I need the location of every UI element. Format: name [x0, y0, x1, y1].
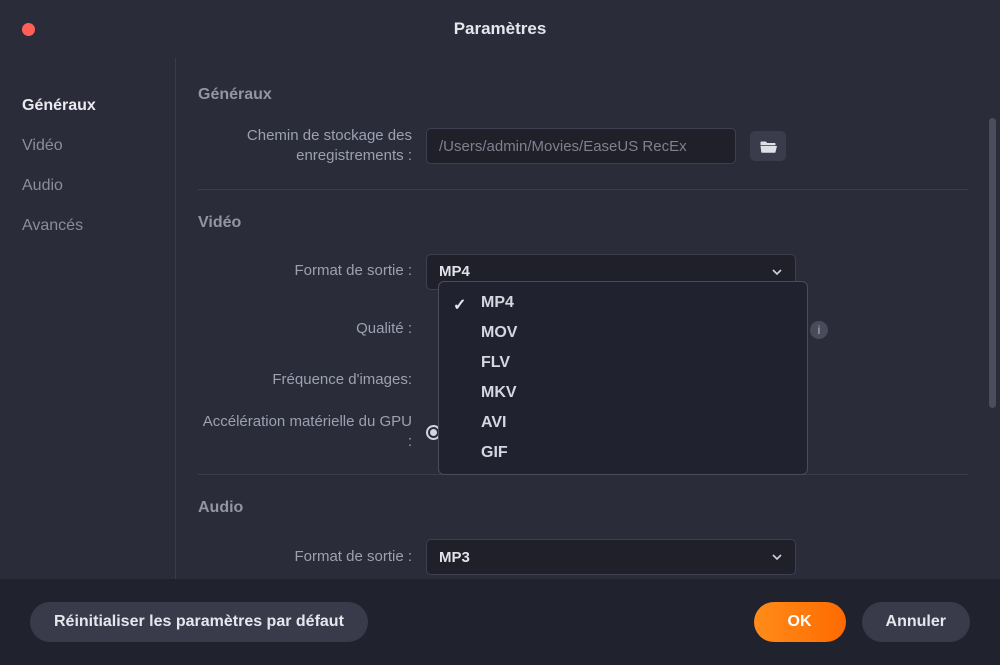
cancel-button[interactable]: Annuler [862, 602, 970, 642]
gpu-label: Accélération matérielle du GPU : [198, 412, 426, 453]
check-icon: ✓ [453, 295, 466, 315]
sidebar-item-general[interactable]: Généraux [0, 86, 175, 126]
chevron-down-icon [771, 266, 783, 278]
chevron-down-icon [771, 551, 783, 563]
dropdown-option-flv[interactable]: FLV [439, 348, 807, 378]
section-audio-title: Audio [198, 499, 968, 517]
divider [198, 189, 968, 190]
dropdown-option-avi[interactable]: AVI [439, 408, 807, 438]
dropdown-option-mp4[interactable]: ✓ MP4 [439, 288, 807, 318]
dropdown-option-gif[interactable]: GIF [439, 438, 807, 468]
video-format-label: Format de sortie : [198, 261, 426, 281]
settings-window: Paramètres Généraux Vidéo Audio Avancés … [0, 0, 1000, 665]
storage-path-row: Chemin de stockage des enregistrements : [198, 126, 968, 167]
info-icon[interactable]: i [810, 321, 828, 339]
storage-path-label: Chemin de stockage des enregistrements : [198, 126, 426, 167]
video-format-dropdown[interactable]: ✓ MP4 MOV FLV MKV AVI GIF [438, 281, 808, 475]
section-video-title: Vidéo [198, 214, 968, 232]
reset-defaults-button[interactable]: Réinitialiser les paramètres par défaut [30, 602, 368, 642]
sidebar: Généraux Vidéo Audio Avancés [0, 58, 175, 579]
sidebar-item-video[interactable]: Vidéo [0, 126, 175, 166]
ok-button[interactable]: OK [754, 602, 846, 642]
sidebar-item-audio[interactable]: Audio [0, 166, 175, 206]
titlebar: Paramètres [0, 0, 1000, 58]
window-close-icon[interactable] [22, 23, 35, 36]
folder-open-icon [759, 139, 777, 153]
browse-folder-button[interactable] [750, 131, 786, 161]
radio-dot-icon [430, 429, 437, 436]
sidebar-item-advanced[interactable]: Avancés [0, 206, 175, 246]
audio-format-label: Format de sortie : [198, 547, 426, 567]
fps-label: Fréquence d'images: [198, 370, 426, 390]
window-title: Paramètres [20, 19, 980, 39]
footer: Réinitialiser les paramètres par défaut … [0, 579, 1000, 665]
quality-label: Qualité : [198, 319, 426, 339]
video-format-value: MP4 [439, 263, 470, 280]
audio-format-select[interactable]: MP3 [426, 539, 796, 575]
audio-format-value: MP3 [439, 549, 470, 566]
audio-format-row: Format de sortie : MP3 [198, 539, 968, 575]
scrollbar[interactable] [989, 118, 996, 408]
section-general-title: Généraux [198, 86, 968, 104]
dropdown-option-mov[interactable]: MOV [439, 318, 807, 348]
storage-path-input[interactable] [426, 128, 736, 164]
dropdown-option-mkv[interactable]: MKV [439, 378, 807, 408]
